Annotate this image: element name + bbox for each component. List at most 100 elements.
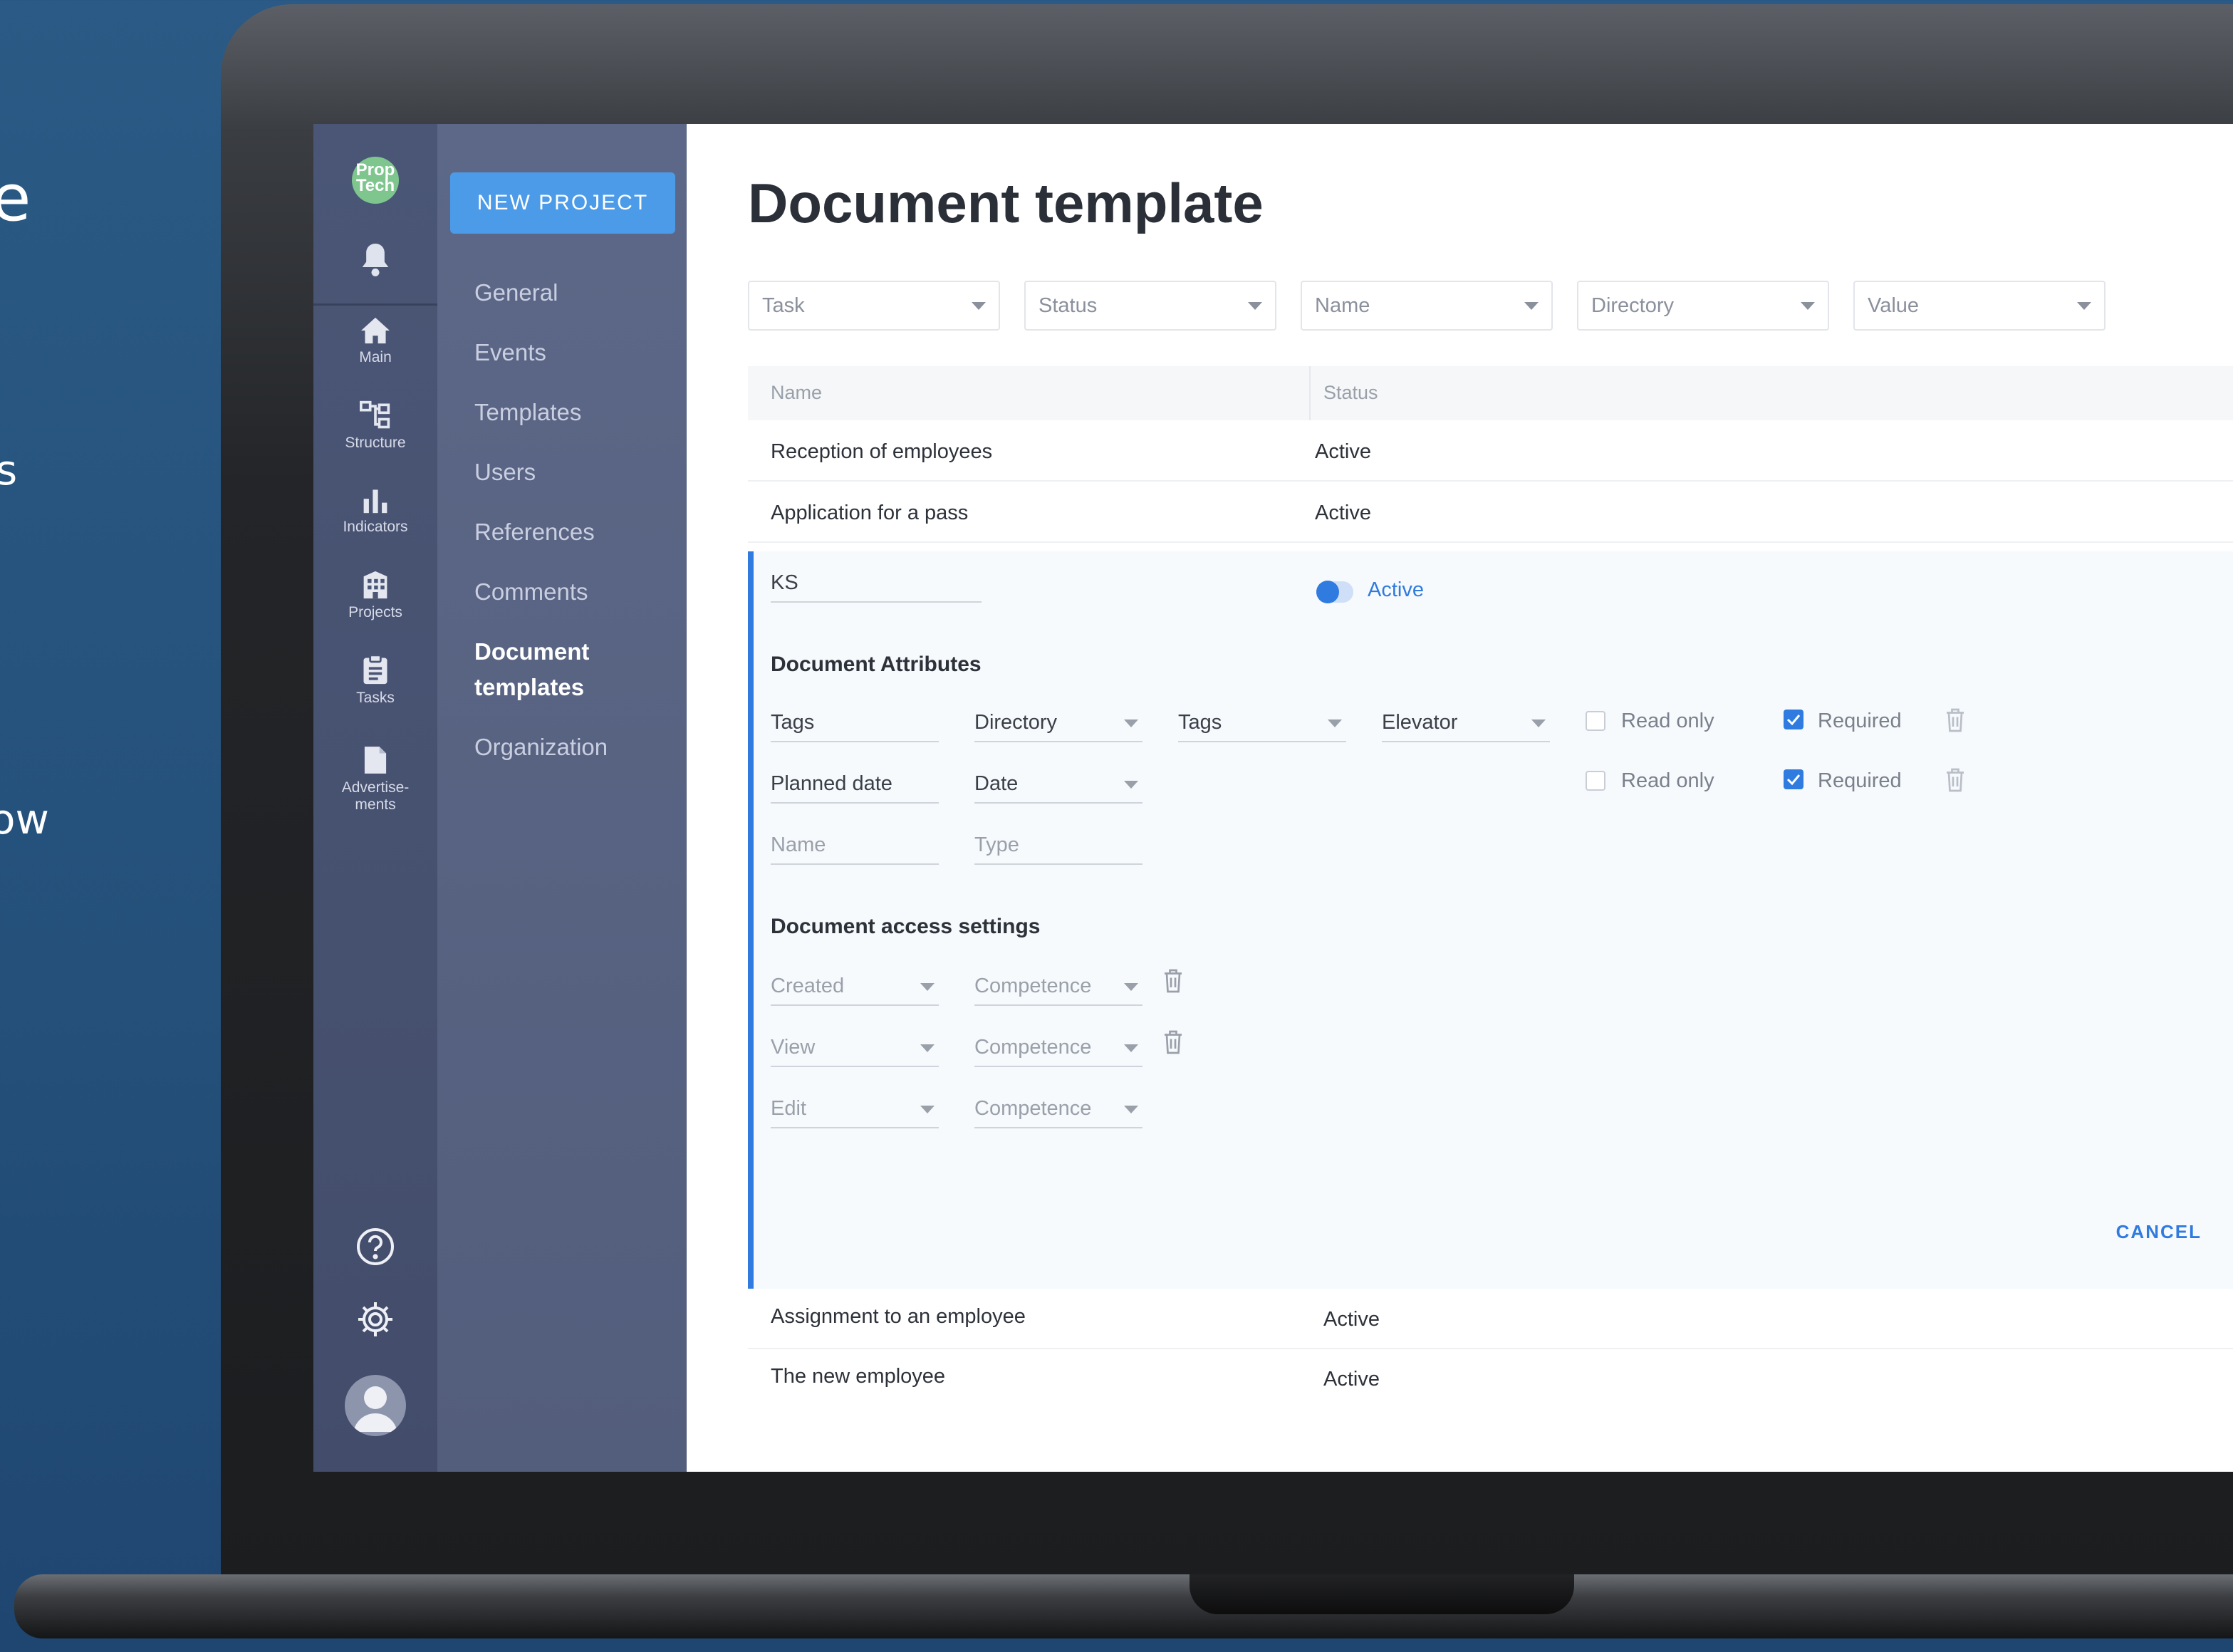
help-icon xyxy=(357,1228,394,1265)
laptop-notch xyxy=(1190,1574,1574,1614)
required-checkbox[interactable] xyxy=(1784,710,1803,729)
nav-item-users[interactable]: Users xyxy=(474,454,536,490)
background-text-fragment: s xyxy=(0,446,18,494)
new-attribute-type-field[interactable]: Type xyxy=(974,831,1142,865)
new-project-button[interactable]: NEW PROJECT xyxy=(450,172,675,234)
filter-directory[interactable]: Directory xyxy=(1577,281,1829,331)
access-role-select[interactable]: Competence xyxy=(974,1094,1142,1128)
template-editor: KS Active Document Attributes Tags Direc… xyxy=(748,551,2233,1289)
background-text-fragment: ow xyxy=(0,795,49,843)
main-content: Document template Task Status Name Direc… xyxy=(687,124,2233,1472)
chevron-down-icon xyxy=(1124,1106,1138,1113)
select-value: Created xyxy=(771,975,845,997)
trash-icon[interactable] xyxy=(1162,1029,1184,1056)
rail-item-label: Main xyxy=(359,349,392,365)
read-only-label: Read only xyxy=(1621,710,1714,732)
help-button[interactable] xyxy=(313,1227,437,1270)
nav-item-document-templates[interactable]: Document templates xyxy=(474,634,589,705)
required-label: Required xyxy=(1818,769,1902,792)
rail-item-label: Tasks xyxy=(356,690,395,706)
select-value: Competence xyxy=(974,975,1092,997)
attribute-name-field[interactable]: Planned date xyxy=(771,769,939,804)
attribute-directory-select[interactable]: Tags xyxy=(1178,708,1346,742)
rail-item-structure[interactable]: Structure xyxy=(313,400,437,452)
select-value: Date xyxy=(974,772,1019,795)
app-screen: Prop Tech Main Structure Indicators Proj… xyxy=(313,124,2233,1472)
app-logo[interactable]: Prop Tech xyxy=(352,157,399,204)
filter-label: Directory xyxy=(1591,294,1675,317)
checkmark-icon xyxy=(1786,715,1801,726)
rail-item-tasks[interactable]: Tasks xyxy=(313,654,437,707)
chevron-down-icon xyxy=(920,1044,935,1052)
nav-item-general[interactable]: General xyxy=(474,275,558,311)
nav-item-comments[interactable]: Comments xyxy=(474,574,588,610)
access-section-title: Document access settings xyxy=(771,915,1041,938)
table-row[interactable]: Application for a pass Active xyxy=(748,484,2233,543)
attribute-type-select[interactable]: Date xyxy=(974,769,1142,804)
attribute-name-field[interactable]: Tags xyxy=(771,708,939,742)
required-checkbox[interactable] xyxy=(1784,769,1803,789)
table-row[interactable]: The new employee Active xyxy=(748,1351,2233,1406)
toggle-knob xyxy=(1316,581,1339,603)
nav-item-references[interactable]: References xyxy=(474,514,595,550)
logo-text: Tech xyxy=(355,176,395,195)
checkmark-icon xyxy=(1786,774,1801,786)
row-status: Active xyxy=(1315,440,1371,463)
filter-name[interactable]: Name xyxy=(1301,281,1553,331)
nav-item-label: templates xyxy=(474,674,585,700)
filter-task[interactable]: Task xyxy=(748,281,1000,331)
row-name: Assignment to an employee xyxy=(771,1305,1026,1328)
trash-icon[interactable] xyxy=(1945,707,1966,734)
column-header-status[interactable]: Status xyxy=(1323,382,1378,404)
settings-button[interactable] xyxy=(313,1299,437,1343)
filter-label: Status xyxy=(1039,294,1098,317)
access-action-select[interactable]: View xyxy=(771,1033,939,1067)
page-title: Document template xyxy=(748,172,1264,234)
access-action-select[interactable]: Created xyxy=(771,972,939,1006)
trash-icon[interactable] xyxy=(1162,967,1184,994)
access-action-select[interactable]: Edit xyxy=(771,1094,939,1128)
chevron-down-icon xyxy=(920,983,935,991)
rail-item-projects[interactable]: Projects xyxy=(313,570,437,621)
filter-value[interactable]: Value xyxy=(1853,281,2106,331)
notifications-button[interactable] xyxy=(313,241,437,278)
required-label: Required xyxy=(1818,710,1902,732)
column-divider xyxy=(1309,366,1311,420)
new-attribute-name-field[interactable]: Name xyxy=(771,831,939,865)
building-icon xyxy=(363,571,387,599)
access-role-select[interactable]: Competence xyxy=(974,1033,1142,1067)
nav-item-templates[interactable]: Templates xyxy=(474,395,581,430)
document-icon xyxy=(364,747,387,774)
read-only-checkbox[interactable] xyxy=(1586,711,1605,731)
status-toggle[interactable] xyxy=(1316,581,1353,603)
rail-item-advertisements[interactable]: Advertise-ments xyxy=(313,745,437,814)
column-header-name[interactable]: Name xyxy=(771,382,822,404)
filter-status[interactable]: Status xyxy=(1024,281,1276,331)
rail-item-indicators[interactable]: Indicators xyxy=(313,486,437,536)
chevron-down-icon xyxy=(1524,302,1539,310)
chevron-down-icon xyxy=(1124,1044,1138,1052)
avatar[interactable] xyxy=(345,1375,406,1436)
table-row[interactable]: Assignment to an employee Active xyxy=(748,1292,2233,1349)
table-row[interactable]: Reception of employees Active xyxy=(748,423,2233,482)
nav-item-organization[interactable]: Organization xyxy=(474,729,608,765)
read-only-checkbox[interactable] xyxy=(1586,771,1605,791)
trash-icon[interactable] xyxy=(1945,767,1966,794)
select-value: Tags xyxy=(1178,711,1222,734)
rail-item-main[interactable]: Main xyxy=(313,316,437,366)
select-value: Competence xyxy=(974,1036,1092,1059)
attribute-value-select[interactable]: Elevator xyxy=(1382,708,1550,742)
chevron-down-icon xyxy=(2077,302,2091,310)
select-value: Directory xyxy=(974,711,1058,734)
attribute-type-select[interactable]: Directory xyxy=(974,708,1142,742)
status-toggle-label: Active xyxy=(1368,578,1424,601)
template-name-field[interactable]: KS xyxy=(771,568,982,603)
chevron-down-icon xyxy=(1124,983,1138,991)
chevron-down-icon xyxy=(1248,302,1262,310)
access-role-select[interactable]: Competence xyxy=(974,972,1142,1006)
cancel-button[interactable]: CANCEL xyxy=(2116,1221,2202,1243)
nav-item-label: Document xyxy=(474,638,590,665)
nav-item-events[interactable]: Events xyxy=(474,335,546,370)
chevron-down-icon xyxy=(1124,781,1138,789)
rail-item-label: Advertise-ments xyxy=(313,779,437,814)
